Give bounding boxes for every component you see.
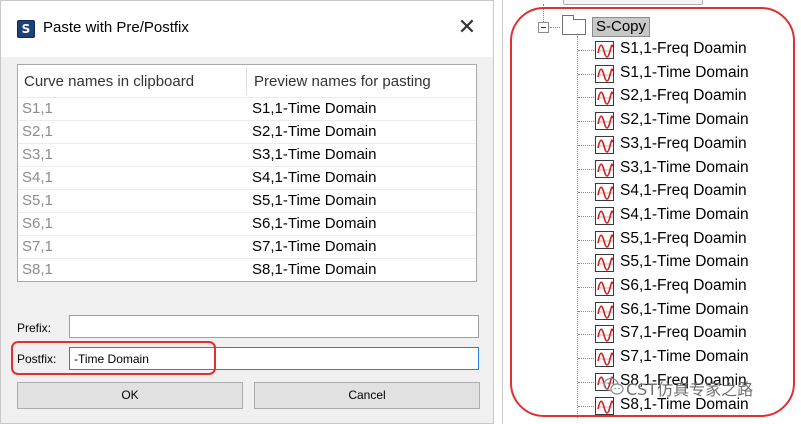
list-rows: S1,1 S1,1-Time Domain S2,1 S2,1-Time Dom… — [18, 97, 476, 281]
list-row[interactable]: S7,1 S7,1-Time Domain — [18, 235, 476, 258]
column-divider[interactable] — [246, 67, 247, 95]
tree-highlight-annotation — [510, 7, 795, 417]
app-logo-icon: S — [17, 20, 35, 38]
clipboard-name: S1,1 — [22, 100, 53, 117]
clipboard-name: S8,1 — [22, 261, 53, 278]
curve-names-list[interactable]: Curve names in clipboard Preview names f… — [17, 64, 477, 282]
preview-name: S6,1-Time Domain — [252, 215, 377, 232]
clipboard-name: S5,1 — [22, 192, 53, 209]
postfix-highlight-annotation — [11, 341, 216, 375]
list-row[interactable]: S1,1 S1,1-Time Domain — [18, 97, 476, 120]
close-button[interactable]: ✕ — [455, 17, 479, 41]
watermark-text: CST仿真专家之路 — [626, 380, 754, 399]
clipboard-name: S6,1 — [22, 215, 53, 232]
preview-name: S8,1-Time Domain — [252, 261, 377, 278]
wechat-icon — [603, 377, 624, 395]
close-icon: ✕ — [457, 15, 477, 40]
truncated-tree-item — [563, 0, 703, 5]
column-header-preview[interactable]: Preview names for pasting — [254, 73, 431, 90]
prefix-input[interactable] — [69, 315, 479, 338]
column-header-clipboard[interactable]: Curve names in clipboard — [24, 73, 194, 90]
prefix-label: Prefix: — [17, 321, 52, 335]
ok-button[interactable]: OK — [17, 382, 243, 409]
list-row[interactable]: S3,1 S3,1-Time Domain — [18, 143, 476, 166]
list-row[interactable]: S8,1 S8,1-Time Domain — [18, 258, 476, 281]
list-header: Curve names in clipboard Preview names f… — [18, 65, 476, 97]
dialog-title: Paste with Pre/Postfix — [43, 19, 189, 36]
clipboard-name: S3,1 — [22, 146, 53, 163]
preview-name: S5,1-Time Domain — [252, 192, 377, 209]
preview-name: S4,1-Time Domain — [252, 169, 377, 186]
navigation-tree: S-Copy S1,1-Freq Doamin S1,1-Time Domain… — [502, 0, 801, 424]
clipboard-name: S7,1 — [22, 238, 53, 255]
clipboard-name: S4,1 — [22, 169, 53, 186]
cancel-button[interactable]: Cancel — [254, 382, 480, 409]
dialog-title-bar: S Paste with Pre/Postfix ✕ — [1, 1, 493, 57]
list-row[interactable]: S2,1 S2,1-Time Domain — [18, 120, 476, 143]
list-row[interactable]: S6,1 S6,1-Time Domain — [18, 212, 476, 235]
preview-name: S7,1-Time Domain — [252, 238, 377, 255]
paste-prefix-postfix-dialog: S Paste with Pre/Postfix ✕ Curve names i… — [0, 0, 494, 424]
preview-name: S2,1-Time Domain — [252, 123, 377, 140]
preview-name: S1,1-Time Domain — [252, 100, 377, 117]
list-row[interactable]: S5,1 S5,1-Time Domain — [18, 189, 476, 212]
clipboard-name: S2,1 — [22, 123, 53, 140]
preview-name: S3,1-Time Domain — [252, 146, 377, 163]
list-row[interactable]: S4,1 S4,1-Time Domain — [18, 166, 476, 189]
